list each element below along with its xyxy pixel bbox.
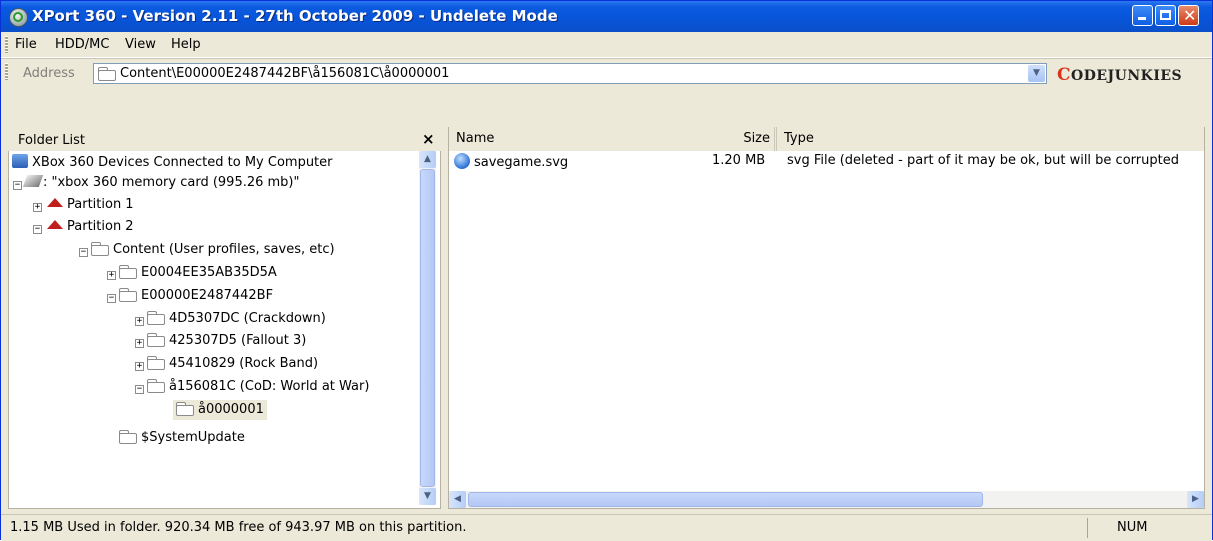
tree-node-fallout-3[interactable]: 425307D5 (Fallout 3) [147,331,306,351]
tree-node-cod-waw[interactable]: å156081C (CoD: World at War) [147,377,369,397]
tree-node-partition-2[interactable]: Partition 2 [45,217,134,237]
expand-toggle[interactable]: + [135,317,144,326]
close-icon: ✕ [1183,6,1197,25]
chevron-down-icon: ▼ [424,491,431,501]
toolbar-grip[interactable] [5,36,8,53]
folder-icon [119,288,137,302]
tree-node-memory-card[interactable]: : "xbox 360 memory card (995.26 mb)" [22,173,299,193]
tree-node-rock-band[interactable]: 45410829 (Rock Band) [147,354,318,374]
minimize-button[interactable] [1132,5,1153,26]
codejunkies-logo: CODEJUNKIES [1057,65,1183,85]
folder-icon [91,242,109,256]
expand-toggle[interactable]: + [107,271,116,280]
file-list-horizontal-scrollbar[interactable]: ◀ ▶ [449,491,1204,508]
minimize-icon [1138,17,1146,20]
file-size: 1.20 MB [712,153,766,168]
partition-icon [45,198,63,208]
tree-node-system-update[interactable]: $SystemUpdate [119,428,245,448]
expand-toggle[interactable]: + [135,339,144,348]
folder-tree: XBox 360 Devices Connected to My Compute… [9,151,419,496]
column-header-type[interactable]: Type [777,127,1204,151]
address-label: Address [23,66,75,81]
menu-bar: File HDD/MC View Help [1,32,1212,58]
chevron-right-icon: ▶ [1192,494,1199,504]
address-input[interactable]: Content\E00000E2487442BF\å156081C\å00000… [93,63,1047,84]
tree-node-partition-1[interactable]: Partition 1 [45,195,134,215]
status-divider [1087,518,1088,538]
address-bar: Address Content\E00000E2487442BF\å156081… [1,58,1212,89]
folder-icon [119,430,137,444]
tree-node-content[interactable]: Content (User profiles, saves, etc) [91,240,335,260]
folder-list-header: Folder List × [8,127,441,151]
maximize-button[interactable] [1155,5,1176,26]
title-bar[interactable]: XPort 360 - Version 2.11 - 27th October … [1,1,1212,32]
chevron-left-icon: ◀ [454,494,461,504]
app-logo-icon [9,8,28,27]
tree-node-profile-2[interactable]: E00000E2487442BF [119,286,273,306]
file-list-pane [448,127,1205,509]
tree-node-devices[interactable]: XBox 360 Devices Connected to My Compute… [12,153,333,173]
folder-icon [147,356,165,370]
column-header-size[interactable]: Size [701,127,777,151]
file-name: savegame.svg [454,153,568,170]
tree-node-selected-folder[interactable]: å0000001 [173,400,267,420]
maximize-icon [1160,10,1171,20]
status-bar: 1.15 MB Used in folder. 920.34 MB free o… [1,514,1212,541]
scroll-right-button[interactable]: ▶ [1187,491,1204,508]
num-lock-indicator: NUM [1117,520,1148,535]
devices-icon [12,154,28,168]
scroll-up-button[interactable]: ▲ [419,151,436,168]
folder-icon [98,67,116,81]
scroll-down-button[interactable]: ▼ [419,488,436,505]
expand-toggle[interactable]: + [33,203,42,212]
close-button[interactable]: ✕ [1178,5,1199,26]
address-grip[interactable] [5,63,8,80]
menu-view[interactable]: View [125,37,156,52]
address-dropdown-button[interactable]: ▼ [1028,65,1045,82]
menu-hdd-mc[interactable]: HDD/MC [55,37,109,52]
folder-icon [147,311,165,325]
scroll-left-button[interactable]: ◀ [449,491,466,508]
tree-node-crackdown[interactable]: 4D5307DC (Crackdown) [147,309,326,329]
svg-file-icon [454,153,470,169]
folder-icon [147,333,165,347]
folder-icon [176,402,194,416]
status-text: 1.15 MB Used in folder. 920.34 MB free o… [10,520,467,535]
tree-node-profile-1[interactable]: E0004EE35AB35D5A [119,263,277,283]
collapse-toggle[interactable]: − [33,225,42,234]
collapse-toggle[interactable]: − [79,248,88,257]
folder-icon [147,379,165,393]
menu-file[interactable]: File [15,37,37,52]
folder-icon [119,265,137,279]
window-title: XPort 360 - Version 2.11 - 27th October … [32,7,558,25]
address-value: Content\E00000E2487442BF\å156081C\å00000… [120,66,450,81]
memory-card-icon [22,175,44,187]
chevron-down-icon: ▼ [1033,68,1040,78]
file-type: svg File (deleted - part of it may be ok… [787,153,1179,168]
scroll-thumb[interactable] [420,169,435,487]
collapse-toggle[interactable]: − [107,294,116,303]
expand-toggle[interactable]: + [135,362,144,371]
collapse-toggle[interactable]: − [13,181,22,190]
folder-list-vertical-scrollbar[interactable]: ▲ ▼ [419,151,436,505]
scroll-thumb[interactable] [468,492,983,507]
folder-list-title: Folder List [18,133,86,148]
collapse-toggle[interactable]: − [135,385,144,394]
app-window: XPort 360 - Version 2.11 - 27th October … [0,0,1213,541]
file-row[interactable]: savegame.svg 1.20 MB svg File (deleted -… [454,151,1204,173]
folder-list-close-button[interactable]: × [422,130,435,148]
partition-icon [45,220,63,230]
chevron-up-icon: ▲ [424,154,431,164]
menu-help[interactable]: Help [171,37,201,52]
